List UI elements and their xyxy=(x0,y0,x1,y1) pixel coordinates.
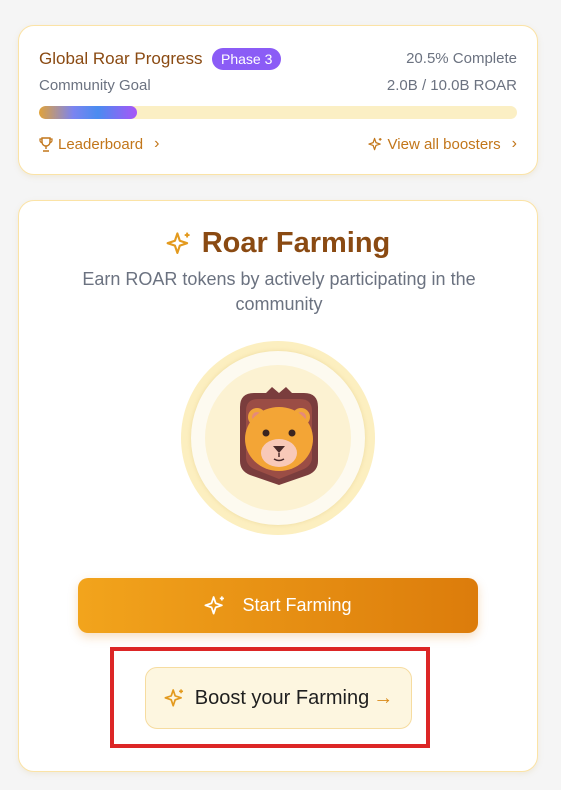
sparkle-icon xyxy=(204,595,225,614)
progress-track xyxy=(39,106,517,119)
farming-card: Roar Farming Earn ROAR tokens by activel… xyxy=(18,200,538,772)
chevron-right-icon: › xyxy=(154,135,160,152)
boost-farming-label: Boost your Farming xyxy=(194,686,370,709)
goal-amount: 2.0B / 10.0B ROAR xyxy=(386,77,517,94)
farming-title: Roar Farming xyxy=(201,227,391,259)
sparkle-icon xyxy=(367,137,382,150)
boost-farming-button[interactable]: Boost your Farming → xyxy=(145,667,412,729)
boosters-label: View all boosters xyxy=(387,135,501,153)
farming-subtitle: Earn ROAR tokens by actively participati… xyxy=(82,269,476,314)
leaderboard-link[interactable]: Leaderboard › xyxy=(39,135,159,153)
chevron-right-icon: › xyxy=(511,135,517,152)
global-progress-card: Global Roar Progress Phase 3 20.5% Compl… xyxy=(18,25,538,175)
sparkle-icon xyxy=(164,688,183,707)
start-farming-label: Start Farming xyxy=(242,595,352,615)
phase-badge: Phase 3 xyxy=(212,48,282,70)
trophy-icon xyxy=(39,136,53,152)
progress-fill xyxy=(39,106,137,119)
goal-label: Community Goal xyxy=(39,77,151,94)
progress-percent: 20.5% Complete xyxy=(406,50,517,67)
sparkle-icon xyxy=(166,231,190,254)
start-farming-button[interactable]: Start Farming xyxy=(78,578,478,633)
view-boosters-link[interactable]: View all boosters › xyxy=(367,135,517,153)
arrow-right-icon: → xyxy=(373,686,394,709)
progress-title: Global Roar Progress xyxy=(39,49,203,68)
leaderboard-label: Leaderboard xyxy=(58,135,144,153)
farming-title-row: Roar Farming xyxy=(19,227,537,260)
lion-avatar xyxy=(240,387,318,485)
